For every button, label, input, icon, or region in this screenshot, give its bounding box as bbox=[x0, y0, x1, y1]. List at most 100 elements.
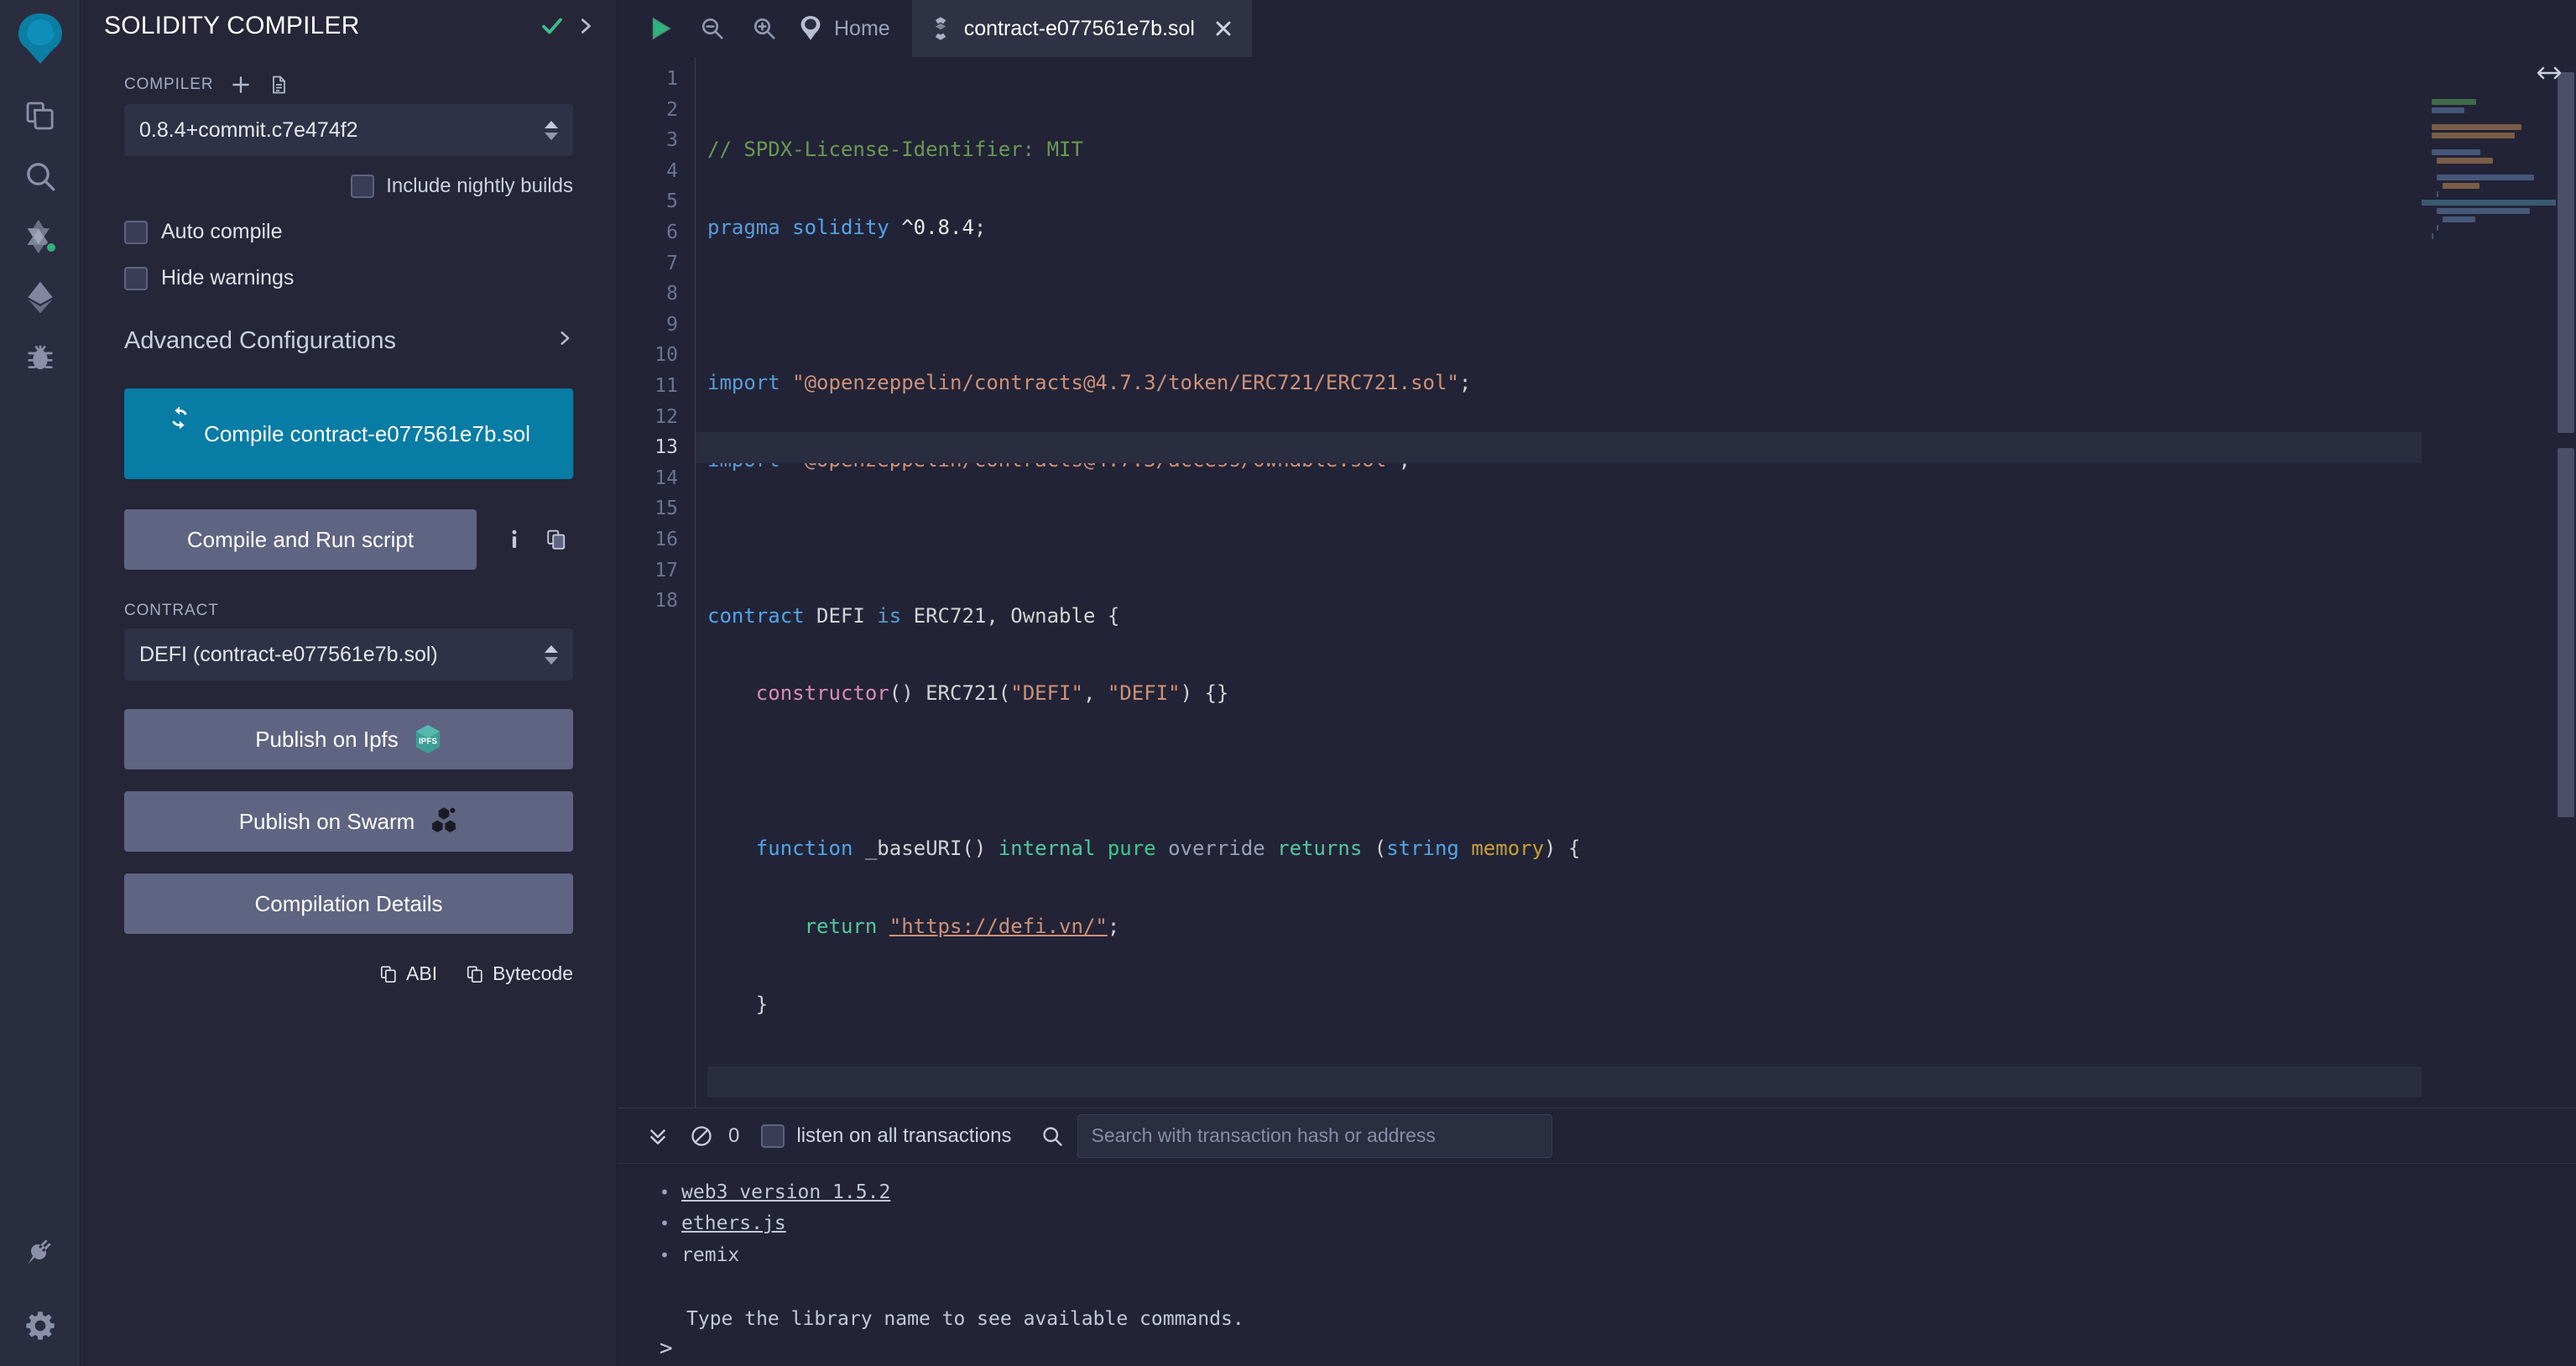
minimap-line bbox=[2432, 99, 2476, 105]
search-icon[interactable] bbox=[1040, 1124, 1064, 1148]
line-number: 16 bbox=[654, 528, 678, 550]
ipfs-cube-icon: IPFS bbox=[414, 723, 442, 755]
bullet-icon: • bbox=[660, 1182, 670, 1202]
copy-artifacts-row: ABI Bytecode bbox=[124, 962, 573, 985]
info-icon[interactable] bbox=[505, 527, 524, 552]
listen-all-transactions-row[interactable]: listen on all transactions bbox=[761, 1124, 1012, 1148]
include-nightly-builds-label: Include nightly builds bbox=[386, 175, 573, 197]
terminal-output[interactable]: • web3 version 1.5.2 • ethers.js • remix… bbox=[618, 1164, 2576, 1366]
minimap-line bbox=[2432, 107, 2465, 113]
zoom-out-icon[interactable] bbox=[686, 0, 738, 57]
contract-select-value: DEFI (contract-e077561e7b.sol) bbox=[139, 642, 438, 666]
line-number: 13 bbox=[654, 436, 678, 459]
minimap-selection bbox=[2422, 200, 2556, 206]
editor-tab-bar: Home contract-e077561e7b.sol bbox=[618, 0, 2576, 57]
hide-warnings-checkbox[interactable] bbox=[124, 266, 148, 290]
remix-logo-icon[interactable] bbox=[10, 8, 70, 72]
minimap-line bbox=[2442, 216, 2475, 222]
sidebar-item-settings[interactable] bbox=[10, 1296, 70, 1356]
code-editor[interactable]: 1 2 3 4 5 6 7 8 9 10 11 12 13 14 15 16 17 18 // SPDX-Lice… bbox=[618, 57, 2576, 1108]
code-line: constructor() ERC721("DEFI", "DEFI") {} bbox=[755, 681, 1229, 706]
line-number: 15 bbox=[654, 498, 678, 520]
code-scroll-region[interactable]: 1 2 3 4 5 6 7 8 9 10 11 12 13 14 15 16 17 18 // SPDX-Lice… bbox=[618, 57, 2422, 1108]
sidebar-item-file-explorer[interactable] bbox=[10, 86, 70, 146]
stepper-icon[interactable] bbox=[545, 644, 558, 665]
compile-contract-button[interactable]: Compile contract-e077561e7b.sol bbox=[124, 388, 573, 479]
terminal-prompt[interactable]: > bbox=[660, 1336, 673, 1361]
line-number: 7 bbox=[666, 252, 678, 274]
minimap-line bbox=[2432, 242, 2546, 248]
solidity-icon bbox=[931, 16, 951, 41]
stepper-icon[interactable] bbox=[545, 120, 558, 140]
list-item: • web3 version 1.5.2 bbox=[618, 1177, 2576, 1208]
sidebar-item-debugger[interactable] bbox=[10, 327, 70, 388]
auto-compile-row[interactable]: Auto compile bbox=[124, 220, 573, 244]
abi-label: ABI bbox=[406, 962, 438, 984]
horizontal-resize-icon[interactable] bbox=[2534, 64, 2564, 86]
compilation-details-label: Compilation Details bbox=[254, 890, 443, 916]
copy-icon[interactable] bbox=[545, 528, 567, 551]
compile-and-run-script-button[interactable]: Compile and Run script bbox=[124, 509, 477, 570]
auto-compile-checkbox[interactable] bbox=[124, 220, 148, 244]
code-content[interactable]: // SPDX-License-Identifier: MIT pragma s… bbox=[695, 57, 2422, 1108]
sidebar-item-deploy-run[interactable] bbox=[10, 267, 70, 327]
line-number: 5 bbox=[666, 190, 678, 213]
terminal-panel: 0 listen on all transactions • web3 vers… bbox=[618, 1108, 2576, 1366]
close-icon[interactable] bbox=[1213, 18, 1233, 39]
copy-bytecode-button[interactable]: Bytecode bbox=[466, 962, 573, 985]
publish-on-ipfs-label: Publish on Ipfs bbox=[255, 726, 399, 752]
include-nightly-builds-checkbox[interactable] bbox=[351, 175, 375, 198]
line-number: 17 bbox=[654, 559, 678, 581]
compile-and-run-row: Compile and Run script bbox=[124, 509, 573, 570]
listen-all-transactions-label: listen on all transactions bbox=[796, 1124, 1012, 1147]
editor-toolbar bbox=[618, 0, 790, 57]
contract-section-label: CONTRACT bbox=[124, 602, 573, 620]
chevron-double-down-icon[interactable] bbox=[636, 1108, 680, 1164]
contract-label-text: CONTRACT bbox=[124, 602, 219, 619]
no-entry-icon[interactable] bbox=[680, 1108, 723, 1164]
document-icon[interactable] bbox=[269, 74, 289, 96]
line-number: 6 bbox=[666, 221, 678, 243]
ethers-js-link[interactable]: ethers.js bbox=[681, 1208, 786, 1239]
sidebar-item-solidity-compiler[interactable] bbox=[10, 206, 70, 267]
sidebar-item-plugin-manager[interactable] bbox=[10, 1222, 70, 1282]
publish-on-swarm-button[interactable]: Publish on Swarm bbox=[124, 791, 573, 852]
line-number-gutter: 1 2 3 4 5 6 7 8 9 10 11 12 13 14 15 16 17 18 bbox=[618, 57, 695, 1108]
compiler-version-select[interactable]: 0.8.4+commit.c7e474f2 bbox=[124, 104, 573, 156]
tab-home[interactable]: Home bbox=[790, 0, 912, 57]
advanced-configurations-toggle[interactable]: Advanced Configurations bbox=[124, 327, 573, 355]
editor-vertical-scrollbar[interactable] bbox=[2556, 57, 2576, 1108]
sidebar-bottom-group bbox=[0, 1222, 81, 1356]
list-item: • remix bbox=[618, 1240, 2576, 1271]
tab-contract-file[interactable]: contract-e077561e7b.sol bbox=[911, 0, 1252, 57]
minimap-line bbox=[2432, 124, 2522, 130]
transaction-search-input[interactable] bbox=[1077, 1113, 1552, 1158]
web3-version-link[interactable]: web3 version 1.5.2 bbox=[681, 1177, 890, 1208]
listen-all-transactions-checkbox[interactable] bbox=[761, 1124, 785, 1148]
sidebar-item-search[interactable] bbox=[10, 146, 70, 206]
hide-warnings-row[interactable]: Hide warnings bbox=[124, 266, 573, 290]
publish-on-ipfs-button[interactable]: Publish on Ipfs IPFS bbox=[124, 709, 573, 769]
copy-abi-button[interactable]: ABI bbox=[379, 962, 437, 985]
compilation-details-button[interactable]: Compilation Details bbox=[124, 873, 573, 934]
remix-pin-icon bbox=[799, 15, 822, 42]
zoom-in-icon[interactable] bbox=[738, 0, 790, 57]
check-icon[interactable] bbox=[540, 13, 565, 39]
line-number: 2 bbox=[666, 98, 678, 121]
auto-compile-label: Auto compile bbox=[161, 220, 283, 243]
run-row-icons bbox=[505, 527, 567, 552]
code-line: // SPDX-License-Identifier: MIT bbox=[707, 138, 1083, 161]
scrollbar-thumb[interactable] bbox=[2558, 72, 2574, 433]
run-play-icon[interactable] bbox=[634, 0, 686, 57]
code-minimap[interactable] bbox=[2422, 57, 2556, 1108]
include-nightly-builds-row[interactable]: Include nightly builds bbox=[124, 175, 573, 198]
chevron-right-icon[interactable] bbox=[576, 15, 595, 37]
plus-icon[interactable] bbox=[230, 74, 252, 96]
contract-select[interactable]: DEFI (contract-e077561e7b.sol) bbox=[124, 628, 573, 680]
scrollbar-thumb-lower[interactable] bbox=[2558, 448, 2574, 817]
line-number: 9 bbox=[666, 313, 678, 336]
copy-icon bbox=[379, 964, 398, 984]
